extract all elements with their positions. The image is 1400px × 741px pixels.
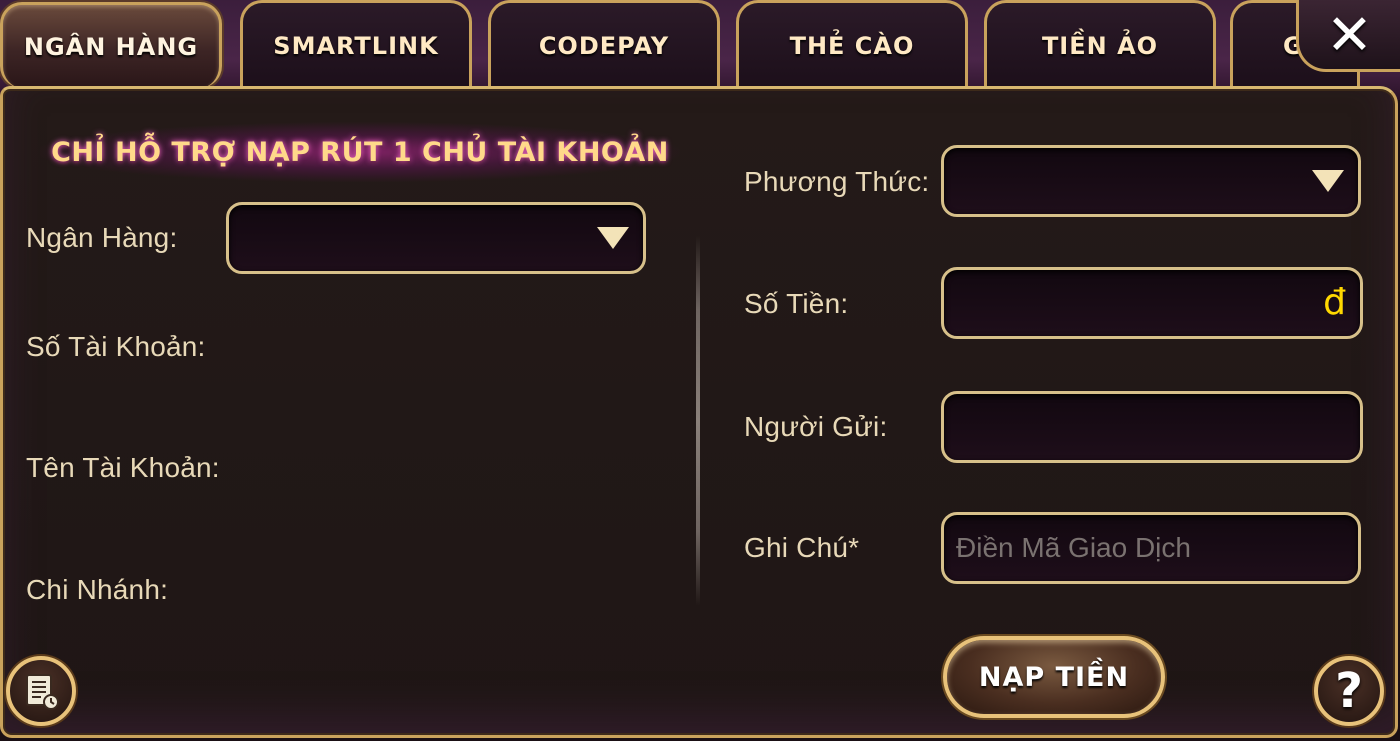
tab-smartlink[interactable]: SMARTLINK <box>240 0 472 88</box>
close-icon: ✕ <box>1326 2 1373 66</box>
tab-ngan-hang[interactable]: NGÂN HÀNG <box>0 2 222 88</box>
tab-tien-ao[interactable]: TIỀN ẢO <box>984 0 1216 88</box>
notice-banner: CHỈ HỖ TRỢ NẠP RÚT 1 CHỦ TÀI KHOẢN <box>40 122 680 182</box>
bank-label: Ngân Hàng: <box>26 222 178 253</box>
sender-field[interactable] <box>941 391 1363 463</box>
account-name-label: Tên Tài Khoản: <box>26 452 220 483</box>
column-divider <box>696 236 700 606</box>
history-icon <box>26 674 59 710</box>
account-number-label: Số Tài Khoản: <box>26 331 206 362</box>
tab-the-cao[interactable]: THẺ CÀO <box>736 0 968 88</box>
history-button[interactable] <box>6 656 76 726</box>
note-field[interactable] <box>941 512 1361 584</box>
amount-field[interactable]: đ <box>941 267 1363 339</box>
tab-codepay[interactable]: CODEPAY <box>488 0 720 88</box>
close-button[interactable]: ✕ <box>1296 0 1400 72</box>
branch-label: Chi Nhánh: <box>26 574 169 605</box>
deposit-button[interactable]: NẠP TIỀN <box>943 636 1165 718</box>
bank-select[interactable] <box>226 202 646 274</box>
chevron-down-icon <box>1312 170 1344 192</box>
amount-input[interactable] <box>944 270 1360 336</box>
currency-symbol: đ <box>1323 282 1346 323</box>
method-label: Phương Thức: <box>744 166 930 197</box>
method-select[interactable] <box>941 145 1361 217</box>
chevron-down-icon <box>597 227 629 249</box>
help-button[interactable]: ? <box>1314 656 1384 726</box>
note-label: Ghi Chú* <box>744 532 860 563</box>
amount-label: Số Tiền: <box>744 288 849 319</box>
note-input[interactable] <box>944 515 1358 581</box>
notice-banner-text: CHỈ HỖ TRỢ NẠP RÚT 1 CHỦ TÀI KHOẢN <box>51 136 669 168</box>
help-icon: ? <box>1335 663 1363 719</box>
sender-label: Người Gửi: <box>744 411 888 442</box>
sender-input[interactable] <box>944 394 1360 460</box>
